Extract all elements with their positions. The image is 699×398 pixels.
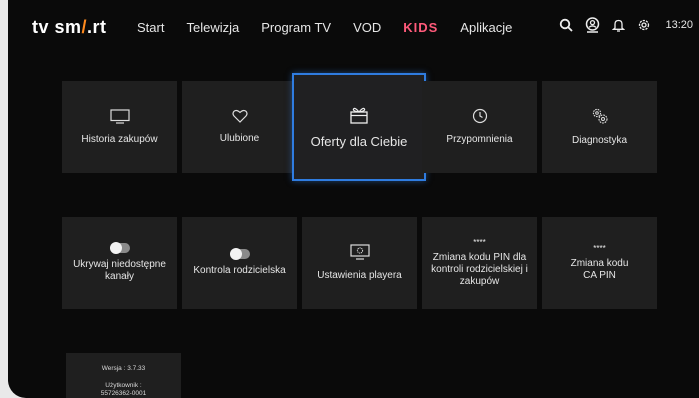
tile-label: Przypomnienia [446, 134, 513, 145]
profile-icon[interactable] [585, 17, 600, 33]
pin-dots-icon: **** [593, 244, 606, 253]
tile-oferty-dla-ciebie[interactable]: Oferty dla Ciebie [292, 73, 426, 181]
tv-screen: tv sm/.rt Start Telewizja Program TV VOD… [8, 0, 699, 398]
tile-label: Ulubione [219, 133, 260, 144]
nav-item-telewizja[interactable]: Telewizja [186, 20, 239, 35]
logo-text-left: tv sm [32, 17, 82, 37]
tile-label: Zmiana kodu CA PIN [570, 258, 629, 281]
top-bar: tv sm/.rt Start Telewizja Program TV VOD… [8, 0, 699, 56]
tile-label: Ustawienia playera [317, 270, 402, 281]
clock-icon [472, 108, 488, 129]
header-icons: 13:20 [559, 17, 693, 33]
tile-zmiana-kodu-ca-pin[interactable]: **** Zmiana kodu CA PIN [542, 217, 657, 309]
user-label: Użytkownik : [105, 382, 142, 389]
tile-kontrola-rodzicielska[interactable]: Kontrola rodzicielska [182, 217, 297, 309]
main-nav: Start Telewizja Program TV VOD KIDS Apli… [137, 20, 534, 35]
player-settings-icon [349, 244, 370, 265]
nav-item-vod[interactable]: VOD [353, 20, 381, 35]
tv-icon [109, 108, 130, 129]
tile-label: Ukrywaj niedostępne kanały [73, 259, 166, 282]
tile-ukrywaj-niedostepne-kanaly[interactable]: Ukrywaj niedostępne kanały [62, 217, 177, 309]
nav-item-start[interactable]: Start [137, 20, 164, 35]
tile-przypomnienia[interactable]: Przypomnienia [422, 81, 537, 173]
tile-label: Oferty dla Ciebie [310, 133, 408, 149]
tile-diagnostyka[interactable]: Diagnostyka [542, 81, 657, 173]
bell-icon[interactable] [612, 18, 626, 32]
tile-zmiana-kodu-pin[interactable]: **** Zmiana kodu PIN dla kontroli rodzic… [422, 217, 537, 309]
tile-label: Zmiana kodu PIN dla kontroli rodzicielsk… [431, 252, 528, 287]
search-icon[interactable] [559, 18, 574, 32]
logo-text-right: .rt [87, 17, 107, 37]
tile-historia-zakupow[interactable]: Historia zakupów [62, 81, 177, 173]
gift-icon [349, 106, 369, 129]
toggle-icon[interactable] [109, 242, 130, 254]
tile-ulubione[interactable]: Ulubione [182, 81, 297, 173]
clock-time: 13:20 [665, 19, 693, 31]
version-text: Wersja : 3.7.33 [101, 365, 146, 372]
toggle-icon[interactable] [229, 248, 250, 260]
user-id: 55726362-0001 [100, 390, 147, 397]
nav-item-aplikacje[interactable]: Aplikacje [460, 20, 512, 35]
tile-label: Kontrola rodzicielska [193, 265, 286, 276]
nav-item-program-tv[interactable]: Program TV [261, 20, 331, 35]
pin-dots-icon: **** [473, 238, 486, 247]
version-info-tile: Wersja : 3.7.33 Użytkownik : 55726362-00… [66, 353, 181, 398]
settings-gear-icon[interactable] [637, 18, 651, 32]
gears-icon [591, 107, 609, 130]
logo: tv sm/.rt [32, 17, 107, 38]
tile-label: Historia zakupów [81, 133, 158, 145]
tile-label: Diagnostyka [571, 135, 628, 146]
tile-ustawienia-playera[interactable]: Ustawienia playera [302, 217, 417, 309]
nav-item-kids[interactable]: KIDS [403, 20, 438, 35]
heart-icon [231, 109, 248, 128]
